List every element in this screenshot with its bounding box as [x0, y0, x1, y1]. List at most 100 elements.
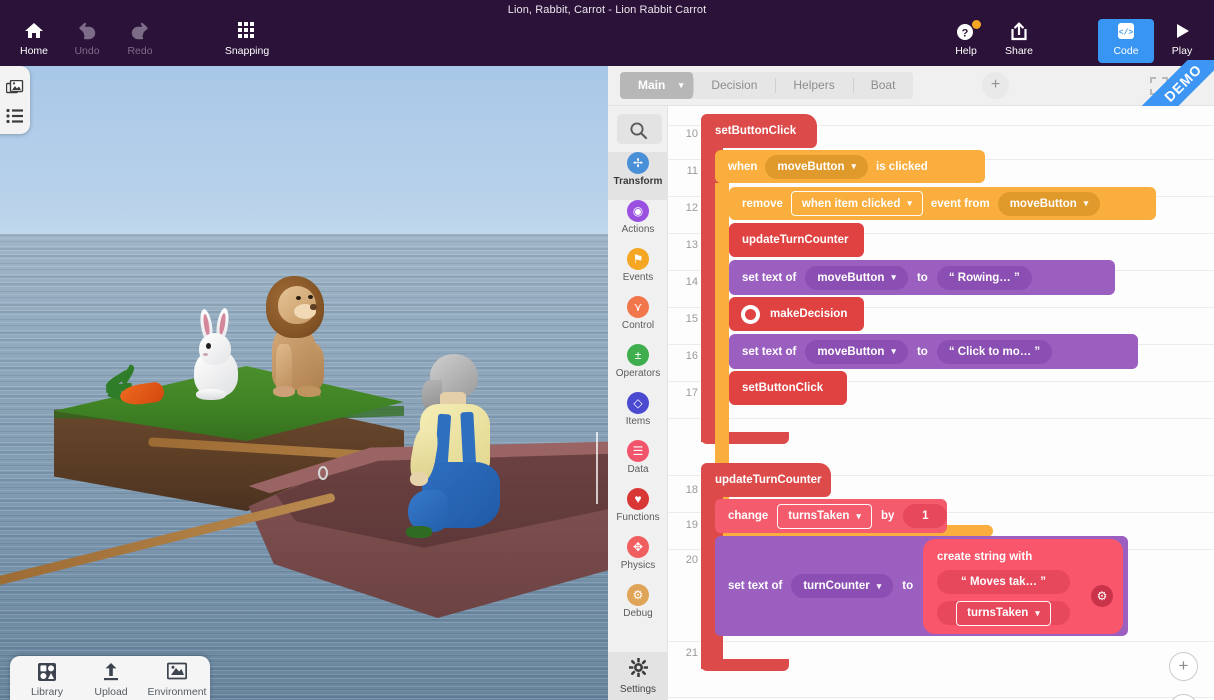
- chevron-down-icon: ▾: [851, 161, 857, 171]
- line-number: 19: [685, 519, 698, 531]
- create-string-gear-icon[interactable]: ⚙: [1091, 585, 1113, 607]
- set-text-block-rowing[interactable]: set text of moveButton ▾ to “ Rowing… ”: [729, 260, 1115, 295]
- move-arrows-icon: ✢: [627, 152, 649, 174]
- share-button[interactable]: Share: [991, 22, 1047, 62]
- remove-target-value: moveButton: [1009, 197, 1077, 210]
- rabbit-object[interactable]: [186, 307, 246, 401]
- chevron-down-icon: ▾: [907, 198, 912, 208]
- palette-item-transform[interactable]: ✢ Transform: [608, 152, 668, 200]
- create-string-label: create string with: [937, 551, 1033, 563]
- function-definition-header-2[interactable]: updateTurnCounter: [701, 463, 831, 497]
- environment-label: Environment: [147, 686, 207, 698]
- branch-icon: ⋎: [627, 296, 649, 318]
- database-icon: ☰: [627, 440, 649, 462]
- change-label: change: [728, 510, 769, 522]
- add-tab-button[interactable]: +: [982, 72, 1009, 99]
- snapping-button[interactable]: Snapping: [219, 22, 275, 62]
- set-text-target-dropdown[interactable]: moveButton ▾: [805, 265, 908, 290]
- palette-item-settings[interactable]: Settings: [608, 652, 668, 700]
- snapping-label: Snapping: [224, 45, 270, 57]
- set-text-target-dropdown[interactable]: turnCounter ▾: [791, 574, 894, 598]
- tab-helpers[interactable]: Helpers: [775, 72, 852, 99]
- palette-item-data[interactable]: ☰ Data: [608, 440, 668, 488]
- call-setbuttonclick-block[interactable]: setButtonClick: [729, 371, 847, 405]
- palette-item-items[interactable]: ◇ Items: [608, 392, 668, 440]
- scene-viewport[interactable]: Library Upload Environment: [0, 66, 608, 700]
- help-button[interactable]: ? Help: [938, 20, 994, 62]
- redo-label: Redo: [127, 45, 153, 57]
- block-code-canvas[interactable]: 10 11 12 13 14 15 16 17 18 19 20 21 setB…: [668, 106, 1214, 700]
- line-number: 21: [685, 647, 698, 659]
- palette-item-operators[interactable]: ± Operators: [608, 344, 668, 392]
- lion-object[interactable]: [258, 268, 330, 400]
- home-button[interactable]: Home: [6, 22, 62, 62]
- undo-button[interactable]: Undo: [59, 22, 115, 62]
- set-text-string-value[interactable]: “ Click to mo… ”: [936, 339, 1053, 364]
- undo-icon: [59, 22, 115, 42]
- play-label: Play: [1171, 45, 1193, 57]
- set-text-label: set text of: [742, 345, 797, 358]
- library-grid-icon: [14, 662, 80, 684]
- by-label: by: [880, 510, 895, 522]
- call-makedecision-block[interactable]: makeDecision: [729, 297, 864, 331]
- tab-main[interactable]: Main ▾: [620, 72, 694, 99]
- create-string-block[interactable]: create string with “ Moves tak… ” turnsT…: [923, 539, 1123, 634]
- change-amount-input[interactable]: 1: [903, 504, 948, 528]
- call-makedecision-label: makeDecision: [770, 308, 848, 320]
- media-icon[interactable]: [5, 79, 24, 98]
- chevron-down-icon: ▾: [876, 580, 882, 591]
- library-button[interactable]: Library: [14, 662, 80, 698]
- lion-nose: [310, 304, 317, 310]
- create-string-arg2[interactable]: turnsTaken ▾: [937, 600, 1070, 626]
- palette-item-events[interactable]: ⚑ Events: [608, 248, 668, 296]
- function-definition-name: setButtonClick: [715, 125, 797, 137]
- palette-item-control[interactable]: ⋎ Control: [608, 296, 668, 344]
- to-label: to: [902, 580, 914, 592]
- viewport-resize-handle[interactable]: [596, 432, 601, 504]
- rower-character[interactable]: [406, 354, 516, 544]
- set-text-target-dropdown[interactable]: moveButton ▾: [805, 339, 908, 364]
- palette-item-functions[interactable]: ♥ Functions: [608, 488, 668, 536]
- search-input[interactable]: [617, 114, 662, 144]
- remove-event-dropdown[interactable]: when item clicked ▾: [790, 191, 923, 216]
- when-target-dropdown[interactable]: moveButton ▾: [765, 154, 869, 179]
- zoom-in-button[interactable]: +: [1169, 652, 1198, 681]
- function-definition-header[interactable]: setButtonClick: [701, 114, 817, 148]
- line-number: 17: [685, 387, 698, 399]
- window-title: Lion, Rabbit, Carrot - Lion Rabbit Carro…: [507, 4, 707, 16]
- tab-boat[interactable]: Boat: [852, 72, 914, 99]
- tab-decision[interactable]: Decision: [693, 72, 775, 99]
- line-number: 11: [686, 165, 698, 177]
- call-updateturncounter-block[interactable]: updateTurnCounter: [729, 223, 864, 257]
- list-icon[interactable]: [6, 108, 24, 126]
- upload-button[interactable]: Upload: [78, 662, 144, 698]
- palette-item-actions[interactable]: ◉ Actions: [608, 200, 668, 248]
- play-button[interactable]: Play: [1154, 22, 1210, 62]
- remove-target-dropdown[interactable]: moveButton ▾: [997, 191, 1101, 216]
- to-label: to: [916, 271, 928, 284]
- expand-editor-button[interactable]: [1150, 77, 1168, 95]
- line-number: 13: [685, 239, 698, 251]
- tab-main-label: Main: [638, 78, 666, 92]
- redo-button[interactable]: Redo: [112, 22, 168, 62]
- code-brackets-icon: </>: [1098, 22, 1154, 42]
- event-block-when-clicked[interactable]: when moveButton ▾ is clicked: [715, 150, 985, 183]
- set-text-block-click-to-move[interactable]: set text of moveButton ▾ to “ Click to m…: [729, 334, 1138, 369]
- function-definition-name-2: updateTurnCounter: [715, 474, 822, 486]
- code-button[interactable]: </> Code: [1098, 19, 1154, 63]
- create-string-arg1[interactable]: “ Moves tak… ”: [937, 570, 1070, 594]
- change-variable-block[interactable]: change turnsTaken ▾ by 1: [715, 499, 948, 533]
- environment-button[interactable]: Environment: [138, 662, 216, 698]
- change-variable-dropdown[interactable]: turnsTaken ▾: [777, 503, 872, 529]
- palette-label-data: Data: [627, 464, 649, 475]
- lion-eye-right: [308, 295, 313, 299]
- share-icon: [991, 22, 1047, 42]
- palette-item-debug[interactable]: ⚙ Debug: [608, 584, 668, 632]
- palette-item-physics[interactable]: ✥ Physics: [608, 536, 668, 584]
- play-triangle-icon: [1154, 22, 1210, 42]
- remove-event-block[interactable]: remove when item clicked ▾ event from mo…: [729, 187, 1156, 220]
- home-label: Home: [19, 45, 48, 57]
- create-string-arg2-dropdown[interactable]: turnsTaken ▾: [956, 600, 1051, 626]
- set-text-string-value[interactable]: “ Rowing… ”: [936, 265, 1032, 290]
- palette-label-events: Events: [622, 272, 654, 283]
